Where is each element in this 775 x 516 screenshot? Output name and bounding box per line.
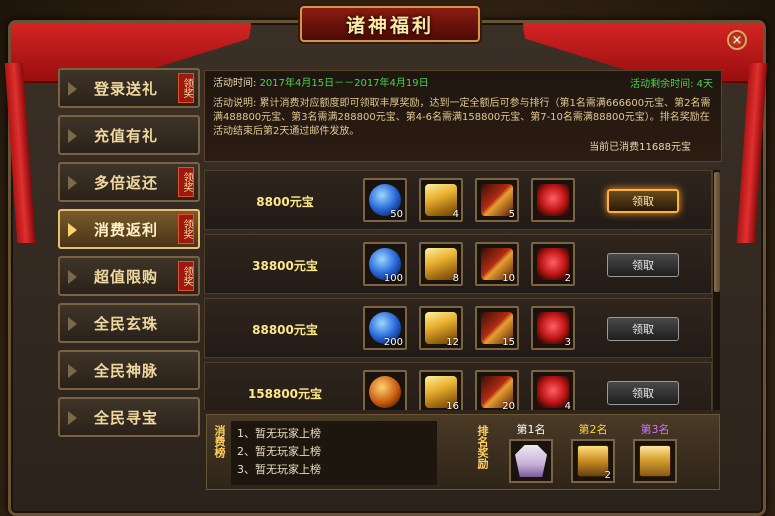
ranking-entry: 1、暂无玩家上榜 [237,427,321,440]
reward-row: 8800元宝 50 4 5 领取 [204,170,712,230]
rank-prize-2: 第2名 2 [565,421,621,483]
reward-threshold: 38800元宝 [252,259,318,273]
rank-prize-slot[interactable]: 2 [571,439,615,483]
rank-prize-label: 第3名 [640,423,670,436]
close-icon: × [731,32,743,48]
item-count: 200 [383,337,403,348]
close-button[interactable]: × [727,30,747,50]
rank-prize-3: 第3名 [627,421,683,483]
reward-item-slot[interactable]: 100 [363,242,407,286]
sidebar-item-recharge-gift[interactable]: 充值有礼 [58,115,200,155]
robe-icon [515,445,547,477]
reward-row: 158800元宝 16 20 4 领取 [204,362,712,410]
right-ribbon-tail [736,63,768,243]
title-plate: 诸神福利 [300,6,480,42]
event-time-value: 2017年4月15日－－2017年4月19日 [259,78,429,89]
sidebar-item-treasure-hunt[interactable]: 全民寻宝 [58,397,200,437]
claim-button[interactable]: 领取 [607,189,679,213]
sidebar-item-login-gift[interactable]: 登录送礼 领奖 [58,68,200,108]
reward-row: 88800元宝 200 12 15 3 领取 [204,298,712,358]
reward-threshold: 158800元宝 [247,387,323,401]
sidebar-item-label: 多倍返还 [94,173,159,192]
sidebar-item-limited-buy[interactable]: 超值限购 领奖 [58,256,200,296]
reward-item-slot[interactable]: 8 [419,242,463,286]
reward-item-slot[interactable]: 3 [531,306,575,350]
ranking-reward-title: 排名奖励 [476,425,489,469]
claim-tag: 领奖 [178,261,194,291]
reward-item-slot[interactable] [363,370,407,410]
rank-prize-slot[interactable] [509,439,553,483]
item-count: 10 [502,273,515,284]
rank-prize-label: 第1名 [516,423,546,436]
sidebar-item-label: 全民神脉 [94,361,159,380]
sidebar-item-label: 充值有礼 [94,126,159,145]
claim-tag: 领奖 [178,214,194,244]
reward-item-slot[interactable]: 10 [475,242,519,286]
left-ribbon-tail [4,63,36,243]
reward-item-slot[interactable]: 5 [475,178,519,222]
rank-prize-label: 第2名 [578,423,608,436]
item-count: 2 [604,470,611,481]
claim-tag: 领奖 [178,167,194,197]
claim-button[interactable]: 领取 [607,253,679,277]
item-count: 15 [502,337,515,348]
reward-item-slot[interactable]: 200 [363,306,407,350]
item-count: 12 [446,337,459,348]
reward-row: 38800元宝 100 8 10 2 领取 [204,234,712,294]
ranking-list: 1、暂无玩家上榜 2、暂无玩家上榜 3、暂无玩家上榜 [231,421,437,485]
reward-threshold: 88800元宝 [252,323,318,337]
sidebar-item-divine-vein[interactable]: 全民神脉 [58,350,200,390]
event-time-label: 活动时间: [213,78,257,89]
reward-list: 8800元宝 50 4 5 领取 38800元宝 100 8 10 2 领取 8… [204,170,712,410]
reward-item-slot[interactable]: 16 [419,370,463,410]
reward-item-slot[interactable] [531,178,575,222]
sidebar-item-spend-rebate[interactable]: 消费返利 领奖 [58,209,200,249]
item-count: 8 [452,273,459,284]
event-description: 活动说明: 累计消费对应额度即可领取丰厚奖励，达到一定全额后可参与排行（第1名需… [213,98,711,137]
reward-item-slot[interactable]: 4 [531,370,575,410]
gold-orb-icon [369,376,401,408]
item-count: 20 [502,401,515,410]
item-count: 4 [564,401,571,410]
reward-item-slot[interactable]: 50 [363,178,407,222]
scroll-thumb[interactable] [714,172,720,292]
rank-prize-slot[interactable] [633,439,677,483]
ranking-panel: 消费榜 1、暂无玩家上榜 2、暂无玩家上榜 3、暂无玩家上榜 排名奖励 第1名 … [206,414,720,490]
item-count: 5 [508,209,515,220]
sidebar-item-multi-return[interactable]: 多倍返还 领奖 [58,162,200,202]
event-remaining-time: 活动剩余时间: 4天 [630,79,713,90]
event-info-panel: 活动时间: 2017年4月15日－－2017年4月19日 活动剩余时间: 4天 … [204,70,722,162]
sidebar-item-label: 消费返利 [94,220,159,239]
item-count: 3 [564,337,571,348]
reward-threshold: 8800元宝 [256,195,314,209]
ranking-entry: 3、暂无玩家上榜 [237,463,321,476]
claim-tag: 领奖 [178,73,194,103]
reward-scrollbar[interactable] [712,170,720,410]
claim-button[interactable]: 领取 [607,381,679,405]
reward-item-slot[interactable]: 2 [531,242,575,286]
sidebar-item-label: 登录送礼 [94,79,159,98]
reward-item-slot[interactable]: 20 [475,370,519,410]
sidebar: 登录送礼 领奖 充值有礼 多倍返还 领奖 消费返利 领奖 超值限购 领奖 全民玄… [58,68,200,444]
reward-item-slot[interactable]: 12 [419,306,463,350]
rank-prize-1: 第1名 [503,421,559,483]
reward-item-slot[interactable]: 15 [475,306,519,350]
item-count: 16 [446,401,459,410]
ranking-title: 消费榜 [213,425,226,458]
item-count: 2 [564,273,571,284]
sidebar-item-label: 超值限购 [94,267,159,286]
current-spent: 当前已消费11688元宝 [589,142,691,153]
item-count: 100 [383,273,403,284]
window-title: 诸神福利 [345,14,434,37]
red-wing-icon [537,184,569,216]
item-count: 50 [390,209,403,220]
sidebar-item-label: 全民寻宝 [94,408,159,427]
claim-button[interactable]: 领取 [607,317,679,341]
reward-item-slot[interactable]: 4 [419,178,463,222]
ranking-entry: 2、暂无玩家上榜 [237,445,321,458]
item-count: 4 [452,209,459,220]
purple-chest-icon [639,445,671,477]
sidebar-item-mystic-pearl[interactable]: 全民玄珠 [58,303,200,343]
sidebar-item-label: 全民玄珠 [94,314,159,333]
